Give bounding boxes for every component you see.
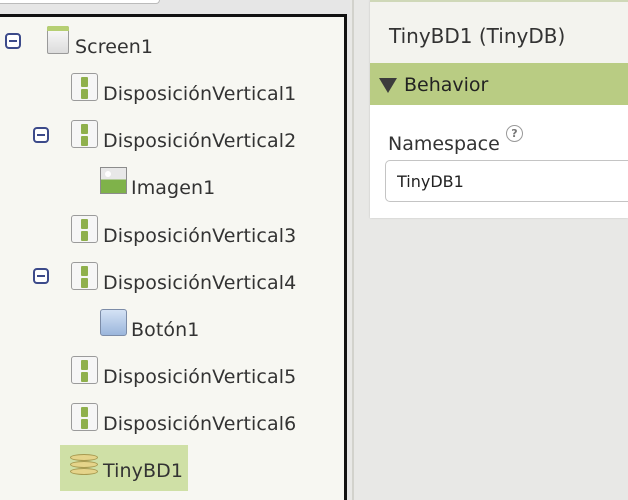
tree-item-label: DisposiciónVertical5 bbox=[103, 366, 297, 388]
tree-item-label: Screen1 bbox=[75, 36, 154, 58]
tree-item-label: DisposiciónVertical3 bbox=[103, 225, 297, 247]
tree-item-label: Imagen1 bbox=[131, 177, 216, 199]
image-icon bbox=[100, 167, 127, 194]
namespace-input[interactable] bbox=[385, 160, 628, 202]
vertical-arrangement-icon bbox=[71, 73, 98, 101]
vertical-arrangement-icon bbox=[71, 215, 98, 243]
tree-item-label: DisposiciónVertical1 bbox=[103, 83, 297, 105]
tree-item-disposicionvertical6[interactable]: DisposiciónVertical6 bbox=[70, 401, 310, 441]
namespace-label: Namespace bbox=[388, 133, 500, 155]
collapse-screen1-toggle[interactable] bbox=[5, 33, 21, 49]
tree-item-screen1[interactable]: Screen1 bbox=[44, 24, 244, 64]
help-icon[interactable]: ? bbox=[506, 125, 523, 142]
components-panel: Screen1 DisposiciónVertical1 Disposición… bbox=[0, 0, 350, 500]
properties-header: TinyBD1 (TinyDB) bbox=[370, 0, 628, 63]
collapse-disposicionvertical4-toggle[interactable] bbox=[33, 268, 49, 284]
tree-item-label: DisposiciónVertical4 bbox=[103, 272, 297, 294]
tree-item-disposicionvertical5[interactable]: DisposiciónVertical5 bbox=[70, 354, 310, 394]
tree-item-disposicionvertical3[interactable]: DisposiciónVertical3 bbox=[70, 213, 310, 253]
tinydb-icon bbox=[70, 454, 98, 480]
tree-item-boton1[interactable]: Botón1 bbox=[98, 307, 238, 347]
tree-item-label: DisposiciónVertical2 bbox=[103, 130, 297, 152]
tree-item-tinybd1[interactable]: TinyBD1 bbox=[70, 448, 188, 488]
screen-icon bbox=[47, 26, 69, 54]
panel-divider[interactable] bbox=[352, 0, 354, 500]
tree-item-disposicionvertical1[interactable]: DisposiciónVertical1 bbox=[70, 71, 310, 111]
vertical-arrangement-icon bbox=[71, 120, 98, 148]
properties-panel: TinyBD1 (TinyDB) Behavior Namespace ? bbox=[370, 0, 628, 218]
panel-tab-edge bbox=[0, 0, 160, 4]
tree-item-imagen1[interactable]: Imagen1 bbox=[98, 165, 238, 205]
tree-item-disposicionvertical2[interactable]: DisposiciónVertical2 bbox=[70, 118, 310, 158]
collapse-disposicionvertical2-toggle[interactable] bbox=[33, 127, 49, 143]
section-behavior-label: Behavior bbox=[404, 74, 489, 96]
tree-item-label: DisposiciónVertical6 bbox=[103, 413, 297, 435]
vertical-arrangement-icon bbox=[71, 403, 98, 431]
triangle-down-icon[interactable] bbox=[379, 78, 397, 93]
properties-title: TinyBD1 (TinyDB) bbox=[389, 24, 566, 48]
vertical-arrangement-icon bbox=[71, 356, 98, 384]
tree-item-label: TinyBD1 bbox=[103, 460, 184, 482]
vertical-arrangement-icon bbox=[71, 262, 98, 290]
button-icon bbox=[100, 309, 127, 336]
tree-item-disposicionvertical4[interactable]: DisposiciónVertical4 bbox=[70, 260, 310, 300]
tree-item-label: Botón1 bbox=[131, 319, 200, 341]
section-behavior[interactable]: Behavior bbox=[370, 63, 628, 105]
